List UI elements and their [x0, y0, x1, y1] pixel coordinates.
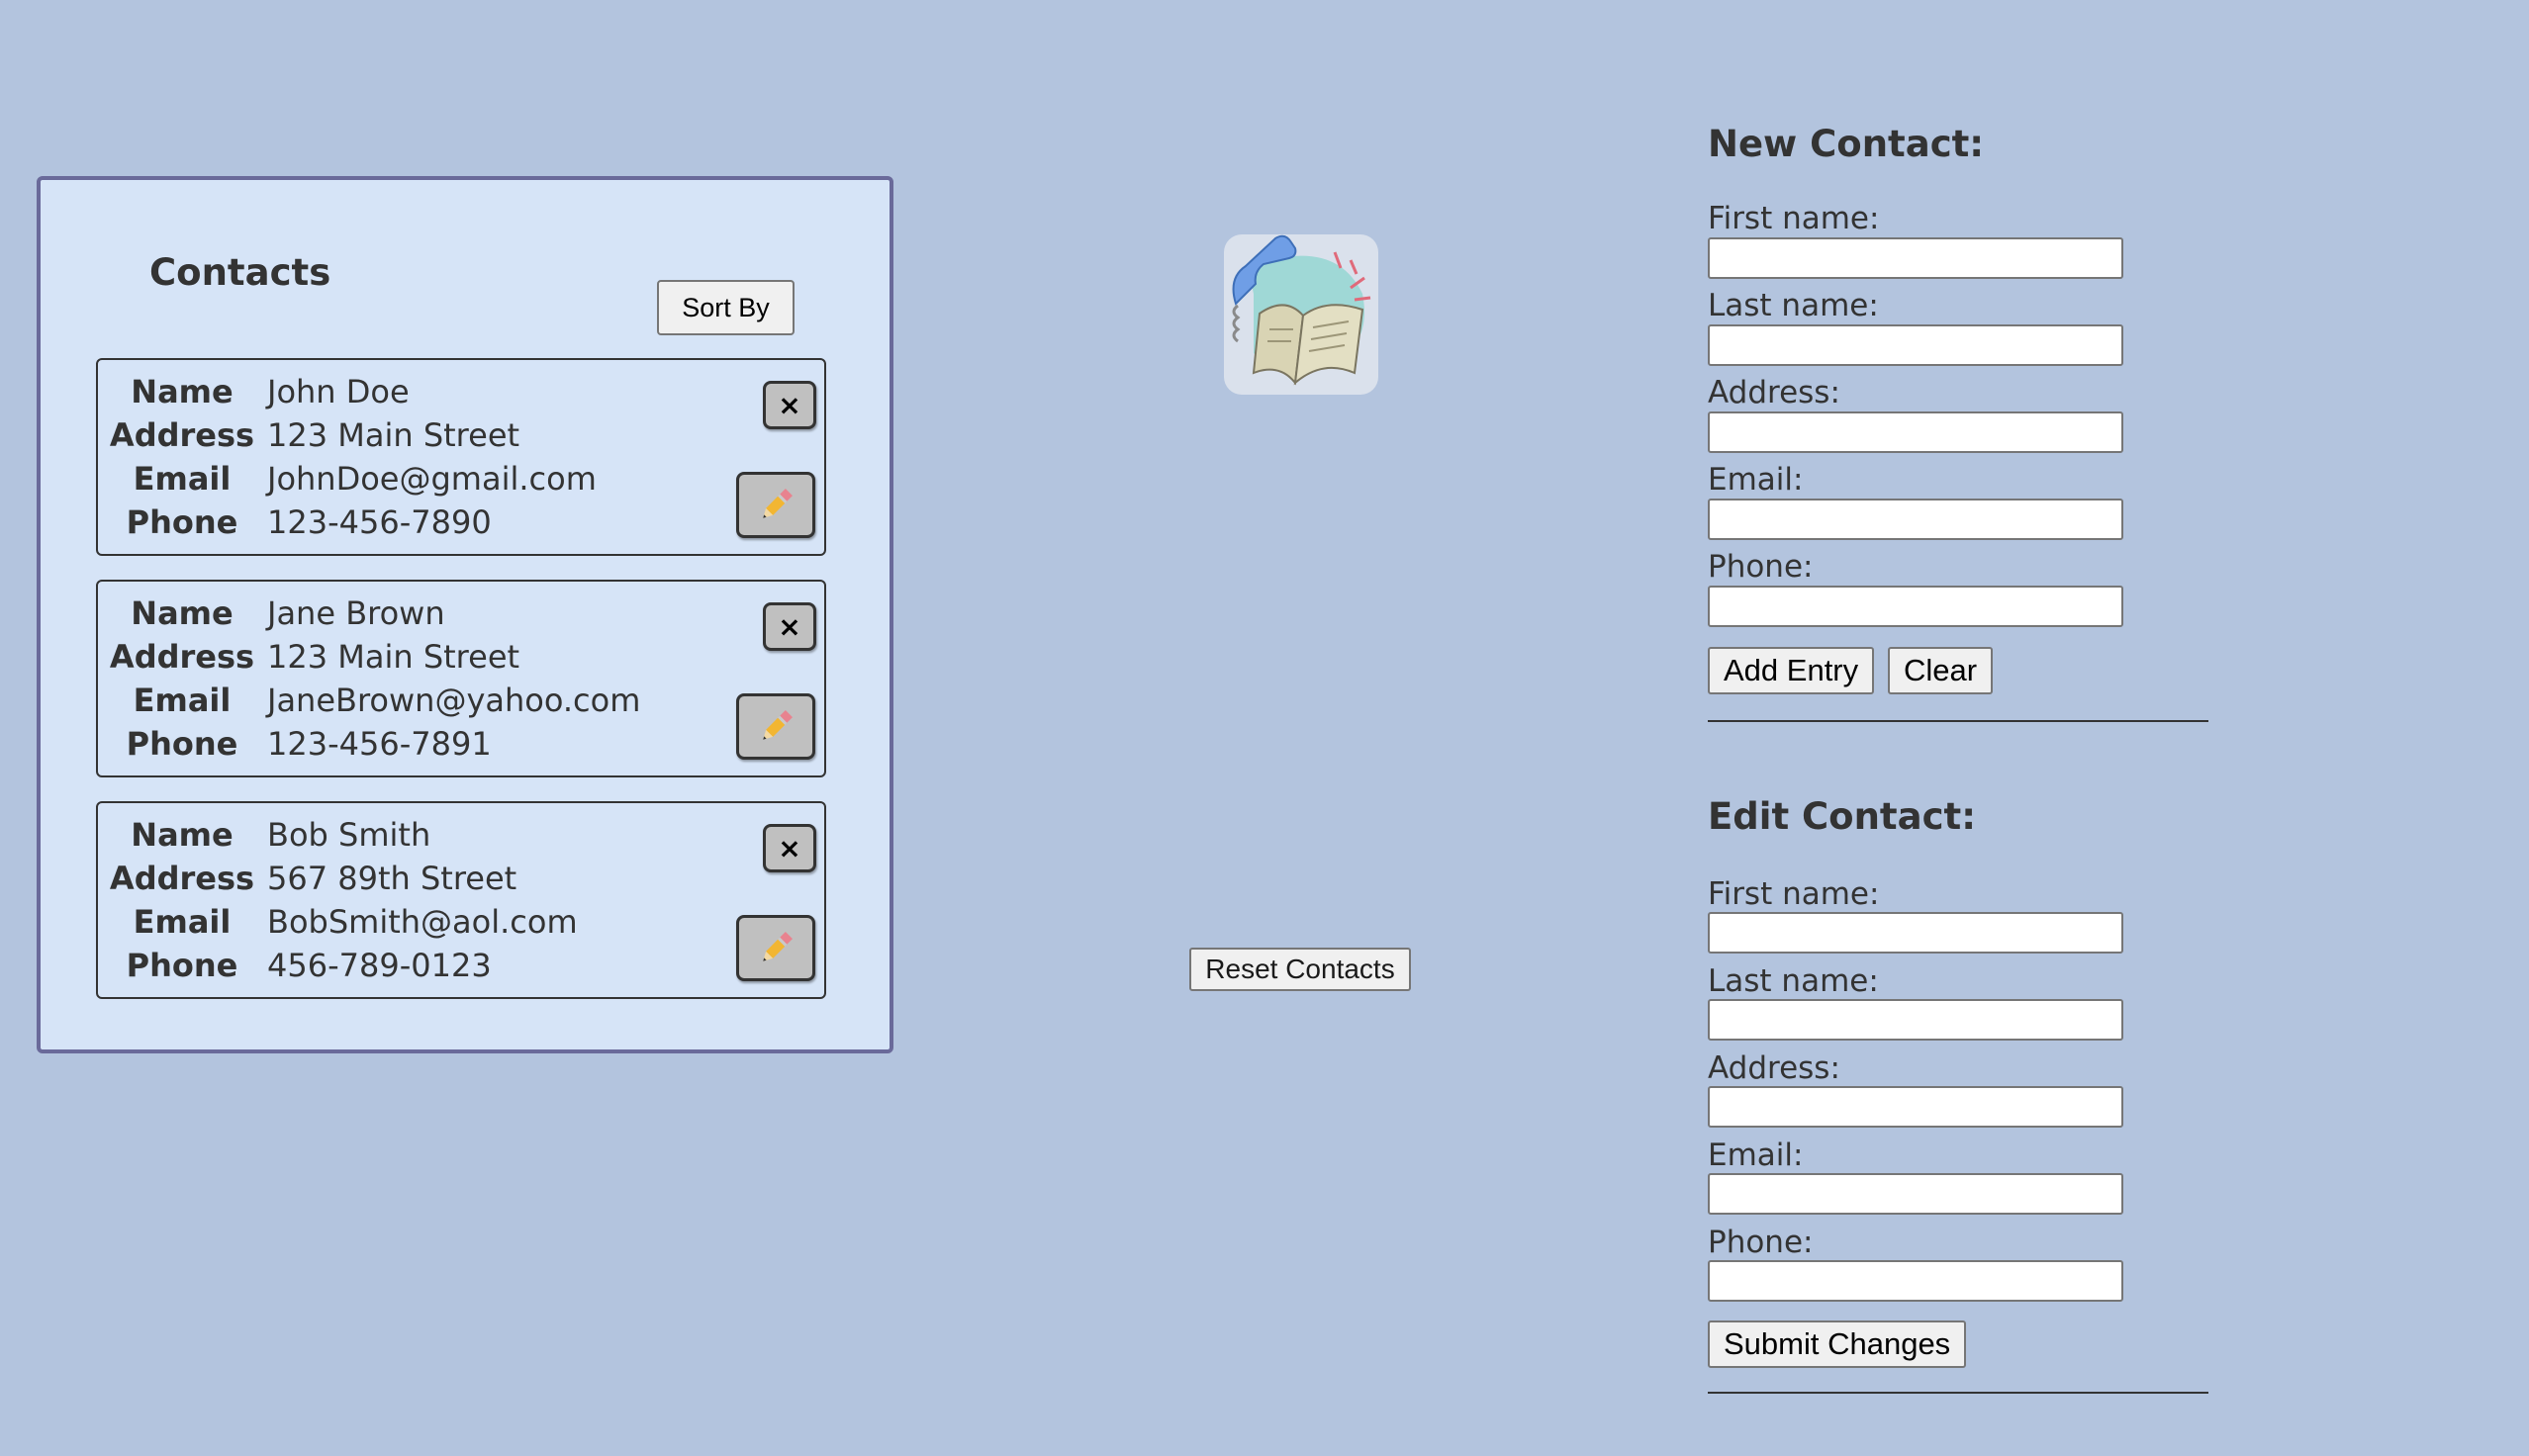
edit-contact-form: Edit Contact: First name: Last name: Add…: [1708, 795, 2210, 1399]
delete-contact-button[interactable]: ×: [763, 381, 816, 429]
delete-contact-button[interactable]: ×: [763, 824, 816, 872]
address-label: Address: [109, 416, 255, 454]
contact-email: JaneBrown@yahoo.com: [267, 682, 641, 719]
edit-phone-input[interactable]: [1708, 1260, 2123, 1302]
new-email-input[interactable]: [1708, 499, 2123, 540]
phone-label: Phone: [126, 725, 238, 763]
contacts-panel: Contacts Sort By Name John Doe Address 1…: [37, 176, 893, 1053]
new-phone-input[interactable]: [1708, 586, 2123, 627]
submit-changes-button[interactable]: Submit Changes: [1708, 1320, 1967, 1368]
sort-by-button[interactable]: Sort By: [657, 280, 795, 335]
contact-email: BobSmith@aol.com: [267, 903, 578, 941]
contact-phone-row: Phone 456-789-0123: [98, 944, 692, 987]
contact-address: 123 Main Street: [267, 416, 520, 454]
new-address-input[interactable]: [1708, 411, 2123, 453]
phone-label: Phone:: [1708, 549, 1814, 585]
section-divider: [1708, 1392, 2208, 1394]
phone-label: Phone:: [1708, 1225, 1814, 1260]
contact-address-row: Address 123 Main Street: [98, 413, 692, 457]
first-name-label: First name:: [1708, 201, 1880, 236]
contact-name: Jane Brown: [267, 594, 445, 632]
contact-name-row: Name John Doe: [98, 370, 692, 413]
contact-name: John Doe: [267, 373, 410, 410]
contact-phone-row: Phone 123-456-7890: [98, 500, 692, 544]
new-last-name-input[interactable]: [1708, 324, 2123, 366]
contact-email-row: Email BobSmith@aol.com: [98, 900, 692, 944]
contacts-title: Contacts: [149, 251, 331, 294]
contact-email-row: Email JaneBrown@yahoo.com: [98, 679, 692, 722]
contact-address-row: Address 123 Main Street: [98, 635, 692, 679]
new-contact-form: New Contact: First name: Last name: Addr…: [1708, 123, 2210, 726]
new-contact-heading: New Contact:: [1708, 123, 1985, 165]
contact-address: 567 89th Street: [267, 860, 517, 897]
delete-contact-button[interactable]: ×: [763, 602, 816, 651]
contact-name: Bob Smith: [267, 816, 431, 854]
contact-email: JohnDoe@gmail.com: [267, 460, 597, 498]
first-name-label: First name:: [1708, 876, 1880, 912]
address-label: Address: [109, 638, 255, 676]
contact-card: Name John Doe Address 123 Main Street Em…: [96, 358, 826, 556]
email-label: Email: [133, 460, 232, 498]
edit-email-input[interactable]: [1708, 1173, 2123, 1215]
contact-email-row: Email JohnDoe@gmail.com: [98, 457, 692, 500]
contact-phone: 456-789-0123: [267, 947, 492, 984]
address-label: Address:: [1708, 1050, 1840, 1086]
edit-contact-button[interactable]: [736, 693, 815, 760]
edit-last-name-input[interactable]: [1708, 999, 2123, 1041]
contact-phone: 123-456-7891: [267, 725, 492, 763]
new-first-name-input[interactable]: [1708, 237, 2123, 279]
last-name-label: Last name:: [1708, 288, 1879, 323]
phonebook-icon: [1224, 234, 1378, 395]
contact-phone: 123-456-7890: [267, 503, 492, 541]
name-label: Name: [131, 816, 234, 854]
address-label: Address:: [1708, 375, 1840, 410]
contact-address-row: Address 567 89th Street: [98, 857, 692, 900]
pencil-icon: [763, 709, 793, 740]
phone-label: Phone: [126, 503, 238, 541]
edit-contact-heading: Edit Contact:: [1708, 795, 1976, 838]
contact-name-row: Name Bob Smith: [98, 813, 692, 857]
contact-name-row: Name Jane Brown: [98, 592, 692, 635]
address-label: Address: [109, 860, 255, 897]
contact-card: Name Jane Brown Address 123 Main Street …: [96, 580, 826, 777]
pencil-icon: [763, 931, 793, 961]
contact-card: Name Bob Smith Address 567 89th Street E…: [96, 801, 826, 999]
section-divider: [1708, 720, 2208, 722]
edit-first-name-input[interactable]: [1708, 912, 2123, 954]
email-label: Email:: [1708, 462, 1804, 498]
pencil-icon: [763, 488, 793, 518]
reset-contacts-button[interactable]: Reset Contacts: [1189, 948, 1411, 991]
last-name-label: Last name:: [1708, 963, 1879, 999]
phone-label: Phone: [126, 947, 238, 984]
name-label: Name: [131, 373, 234, 410]
contact-phone-row: Phone 123-456-7891: [98, 722, 692, 766]
clear-button[interactable]: Clear: [1888, 647, 1994, 694]
email-label: Email: [133, 682, 232, 719]
name-label: Name: [131, 594, 234, 632]
edit-address-input[interactable]: [1708, 1086, 2123, 1128]
edit-contact-button[interactable]: [736, 915, 815, 981]
email-label: Email:: [1708, 1138, 1804, 1173]
email-label: Email: [133, 903, 232, 941]
add-entry-button[interactable]: Add Entry: [1708, 647, 1875, 694]
contact-address: 123 Main Street: [267, 638, 520, 676]
edit-contact-button[interactable]: [736, 472, 815, 538]
